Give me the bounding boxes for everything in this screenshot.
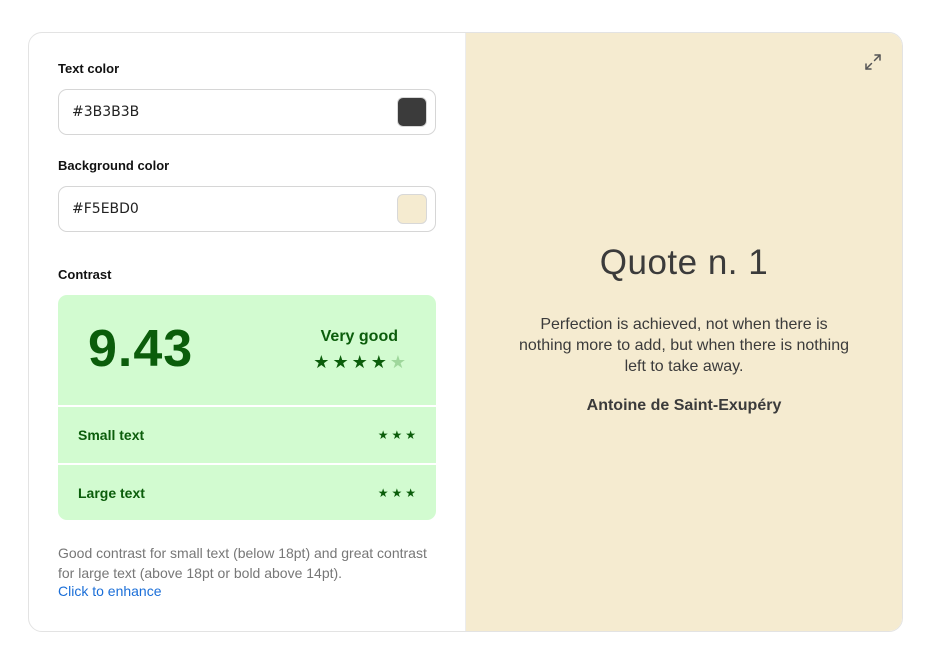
text-color-swatch[interactable]	[397, 97, 427, 127]
star-filled-icon: ★	[351, 352, 368, 372]
text-color-label: Text color	[58, 61, 120, 76]
contrast-label: Contrast	[58, 267, 112, 282]
background-color-label: Background color	[58, 158, 170, 173]
large-text-label: Large text	[78, 485, 145, 501]
quote-preview: Quote n. 1 Perfection is achieved, not w…	[466, 33, 902, 631]
enhance-link[interactable]: Click to enhance	[58, 583, 162, 599]
quote-text: Perfection is achieved, not when there i…	[519, 316, 849, 375]
background-color-field[interactable]	[58, 186, 436, 232]
rating-stars: ★ ★ ★ ★ ★	[313, 353, 406, 371]
contrast-ratio: 9.43	[88, 320, 194, 378]
text-color-input[interactable]	[72, 104, 397, 120]
star-filled-icon: ★	[391, 486, 403, 500]
star-filled-icon: ★	[405, 428, 416, 442]
text-color-field[interactable]	[58, 89, 436, 135]
star-filled-icon: ★	[405, 486, 416, 500]
star-empty-icon: ★	[389, 352, 406, 372]
contrast-checker-card: Text color Background color Contrast 9.4…	[28, 32, 903, 632]
large-text-row: Large text ★ ★ ★	[58, 465, 436, 520]
quote-title: Quote n. 1	[599, 243, 769, 282]
star-filled-icon: ★	[377, 428, 389, 442]
star-filled-icon: ★	[313, 352, 330, 372]
contrast-summary: 9.43 Very good ★ ★ ★ ★ ★	[58, 295, 436, 405]
small-text-stars: ★ ★ ★	[378, 428, 416, 442]
small-text-row: Small text ★ ★ ★	[58, 407, 436, 463]
contrast-description: Good contrast for small text (below 18pt…	[58, 545, 427, 581]
contrast-result: 9.43 Very good ★ ★ ★ ★ ★ Small text ★ ★ ★ Larg…	[58, 295, 436, 520]
preview-panel: Quote n. 1 Perfection is achieved, not w…	[466, 33, 902, 631]
background-color-swatch[interactable]	[397, 194, 427, 224]
rating-label: Very good	[320, 328, 398, 345]
background-color-input[interactable]	[72, 201, 397, 217]
star-filled-icon: ★	[377, 486, 389, 500]
quote-author: Antoine de Saint-Exupéry	[586, 397, 782, 414]
star-filled-icon: ★	[332, 352, 349, 372]
large-text-stars: ★ ★ ★	[378, 486, 416, 500]
small-text-label: Small text	[78, 427, 145, 443]
star-filled-icon: ★	[391, 428, 403, 442]
star-filled-icon: ★	[370, 352, 387, 372]
controls-panel: Text color Background color Contrast 9.4…	[29, 33, 466, 631]
expand-icon[interactable]	[864, 53, 882, 71]
